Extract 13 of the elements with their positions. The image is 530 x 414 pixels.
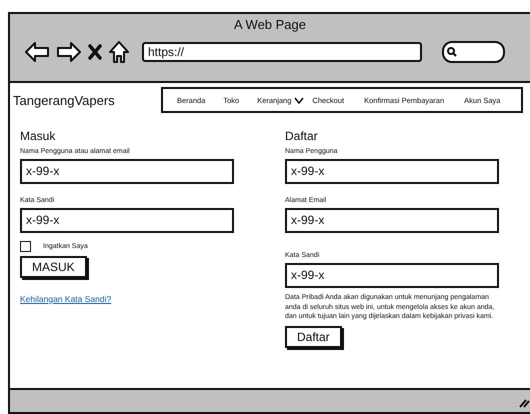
register-button[interactable]: Daftar [285, 326, 342, 348]
input-field[interactable]: x-99-x [285, 263, 499, 288]
window-title: A Web Page [232, 17, 308, 32]
section-heading: Daftar [285, 129, 319, 143]
input-field[interactable]: x-99-x [285, 208, 499, 233]
input-field[interactable]: x-99-x [20, 159, 234, 184]
input-field[interactable]: x-99-x [20, 208, 234, 233]
login-button[interactable]: MASUK [20, 256, 87, 278]
site-logo-text[interactable]: TangerangVapers [10, 92, 161, 108]
lost-password-link[interactable]: Kehilangan Kata Sandi? [20, 294, 285, 304]
input-field[interactable]: x-99-x [285, 159, 499, 184]
section-heading: Masuk [20, 129, 56, 143]
url-field[interactable]: https:// [142, 42, 422, 62]
